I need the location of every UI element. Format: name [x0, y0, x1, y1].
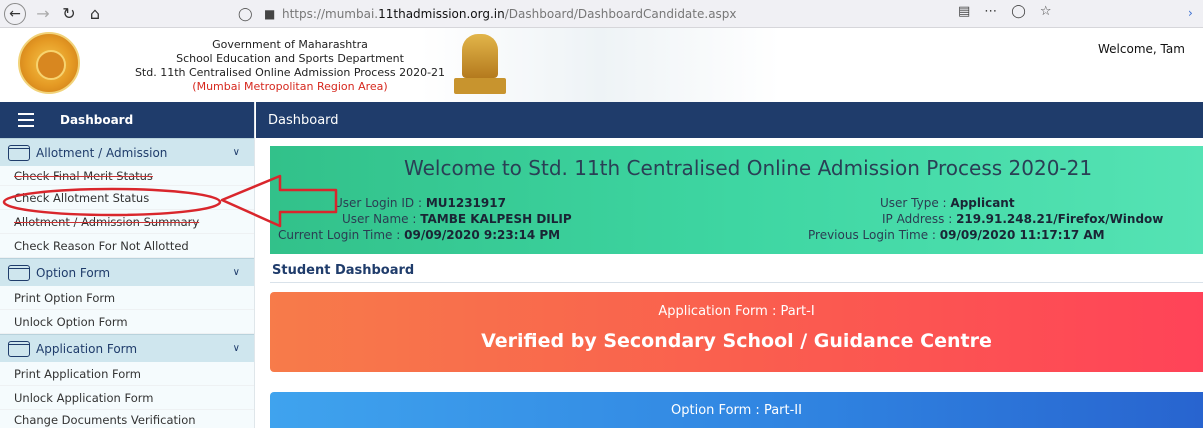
sidebar-title: Dashboard: [60, 113, 134, 127]
sidebar-item-unlock-option-form[interactable]: Unlock Option Form: [0, 310, 254, 334]
current-login-line: Current Login Time : 09/09/2020 9:23:14 …: [278, 228, 560, 242]
folder-icon: [8, 264, 30, 281]
shield-icon[interactable]: ◯: [238, 7, 254, 22]
sidebar-item-allotment-admission-summary[interactable]: Allotment / Admission Summary: [0, 210, 254, 234]
chevron-down-icon: ∨: [232, 343, 240, 354]
user-name-value: TAMBE KALPESH DILIP: [420, 212, 572, 226]
user-name-label: User Name :: [342, 212, 421, 226]
application-form-card-status: Verified by Secondary School / Guidance …: [481, 330, 992, 352]
sidebar-item-print-application-form[interactable]: Print Application Form: [0, 362, 254, 386]
hamburger-menu-icon[interactable]: [18, 113, 34, 127]
login-id-value: MU1231917: [425, 196, 506, 210]
current-login-value: 09/09/2020 9:23:14 PM: [404, 228, 561, 242]
star-icon[interactable]: ☆: [1040, 4, 1052, 19]
sidebar-group-label: Option Form: [36, 265, 111, 280]
url-text[interactable]: https://mumbai.11thadmission.org.in/Dash…: [282, 7, 737, 21]
previous-login-value: 09/09/2020 11:17:17 AM: [939, 228, 1105, 242]
address-bar[interactable]: ◯ ■ https://mumbai.11thadmission.org.in/…: [238, 2, 938, 26]
forward-icon[interactable]: →: [32, 3, 54, 25]
previous-login-label: Previous Login Time :: [808, 228, 940, 242]
user-type-value: Applicant: [950, 196, 1015, 210]
sidebar-group-application-form[interactable]: Application Form ∨: [0, 334, 254, 362]
sidebar-item-check-reason-not-allotted[interactable]: Check Reason For Not Allotted: [0, 234, 254, 258]
page-title-bar: Dashboard: [256, 102, 1203, 138]
chevron-down-icon: ∨: [232, 267, 240, 278]
application-form-card-subtitle: Application Form : Part-I: [658, 304, 815, 319]
header-line-government: Government of Maharashtra: [212, 38, 368, 51]
header-line-region: (Mumbai Metropolitan Region Area): [192, 80, 388, 93]
sidebar-item-check-final-merit-status[interactable]: Check Final Merit Status: [0, 166, 254, 186]
sidebar-item-check-allotment-status[interactable]: Check Allotment Status: [0, 186, 254, 210]
home-icon[interactable]: ⌂: [84, 3, 106, 25]
header-title-block: Government of Maharashtra School Educati…: [110, 38, 470, 94]
user-name-line: User Name : TAMBE KALPESH DILIP: [342, 212, 572, 226]
current-login-label: Current Login Time :: [278, 228, 405, 242]
divider: [270, 282, 1203, 283]
sidebar: Dashboard Allotment / Admission ∨ Check …: [0, 102, 255, 428]
sidebar-group-label: Application Form: [36, 341, 138, 356]
ip-address-label: IP Address :: [882, 212, 957, 226]
sidebar-group-option-form[interactable]: Option Form ∨: [0, 258, 254, 286]
user-type-label: User Type :: [880, 196, 951, 210]
sidebar-item-print-option-form[interactable]: Print Option Form: [0, 286, 254, 310]
lock-icon[interactable]: ■: [264, 7, 278, 21]
extension-icon[interactable]: ›: [1188, 6, 1193, 20]
sidebar-header: Dashboard: [0, 102, 254, 138]
maharashtra-seal-logo: [18, 32, 80, 94]
sidebar-item-unlock-application-form[interactable]: Unlock Application Form: [0, 386, 254, 410]
option-form-card[interactable]: Option Form : Part-II: [270, 392, 1203, 428]
sidebar-group-allotment[interactable]: Allotment / Admission ∨: [0, 138, 254, 166]
welcome-title: Welcome to Std. 11th Centralised Online …: [404, 156, 1093, 180]
login-id-label: User Login ID :: [334, 196, 426, 210]
header-line-department: School Education and Sports Department: [176, 52, 404, 65]
sidebar-item-change-documents-verification[interactable]: Change Documents Verification: [0, 410, 254, 428]
login-id-line: User Login ID : MU1231917: [334, 196, 506, 210]
ip-address-line: IP Address : 219.91.248.21/Firefox/Windo…: [882, 212, 1163, 226]
site-header: Government of Maharashtra School Educati…: [0, 28, 1203, 102]
national-emblem-logo: [452, 32, 508, 98]
reload-icon[interactable]: ↻: [58, 3, 80, 25]
previous-login-line: Previous Login Time : 09/09/2020 11:17:1…: [808, 228, 1105, 242]
option-form-card-subtitle: Option Form : Part-II: [671, 403, 802, 418]
back-icon[interactable]: ←: [4, 2, 26, 25]
sidebar-group-label: Allotment / Admission: [36, 145, 168, 160]
folder-icon: [8, 144, 30, 161]
more-icon[interactable]: ⋯: [984, 4, 997, 19]
reader-icon[interactable]: ▤: [958, 4, 970, 19]
user-type-line: User Type : Applicant: [880, 196, 1015, 210]
page-title: Dashboard: [268, 112, 339, 128]
ip-address-value: 219.91.248.21/Firefox/Window: [956, 212, 1164, 226]
student-dashboard-heading: Student Dashboard: [272, 263, 415, 278]
browser-toolbar: ← → ↻ ⌂ ◯ ■ https://mumbai.11thadmission…: [0, 0, 1203, 28]
pocket-icon[interactable]: ◯: [1011, 4, 1026, 19]
chevron-down-icon: ∨: [232, 147, 240, 158]
application-form-card[interactable]: Application Form : Part-I Verified by Se…: [270, 292, 1203, 372]
header-line-process: Std. 11th Centralised Online Admission P…: [134, 66, 446, 79]
welcome-user-text: Welcome, Tam: [1098, 42, 1185, 56]
welcome-panel: Welcome to Std. 11th Centralised Online …: [270, 146, 1203, 254]
folder-icon: [8, 340, 30, 357]
